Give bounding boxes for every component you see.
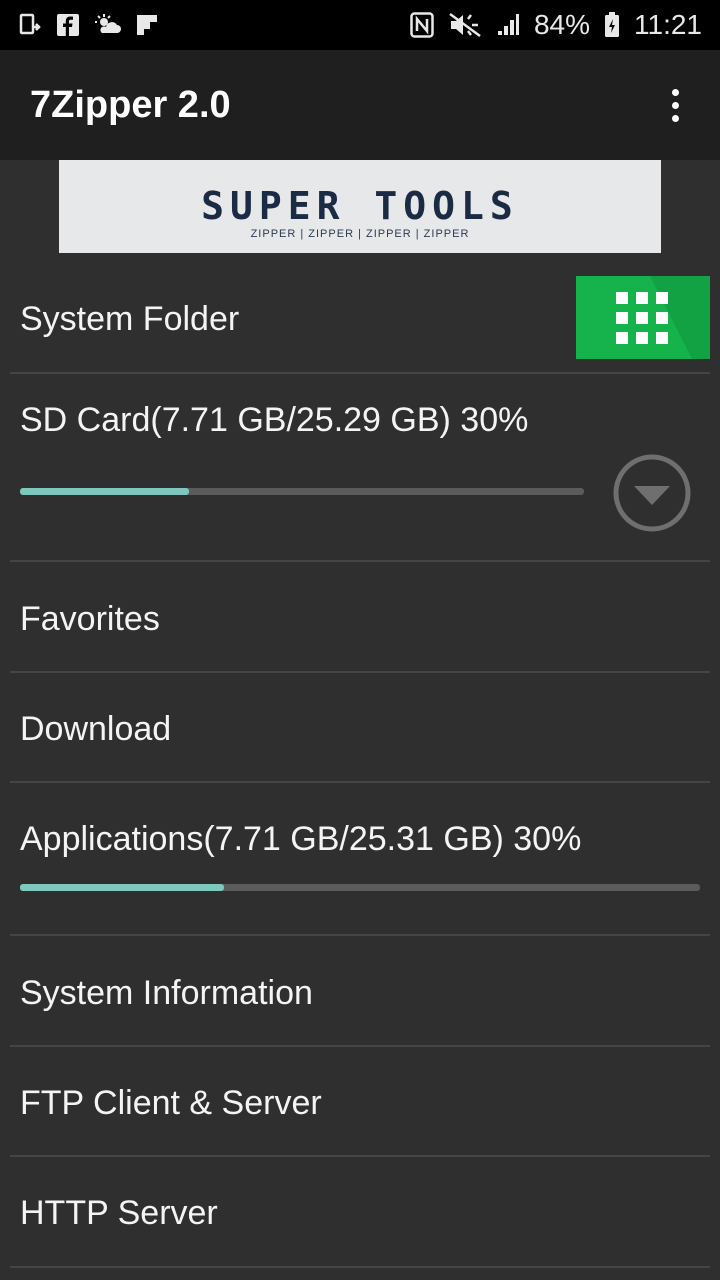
grid-view-button[interactable] — [576, 276, 710, 359]
applications-progress-fill — [20, 884, 224, 891]
more-vert-icon[interactable] — [660, 80, 690, 130]
banner-title: SUPER TOOLS — [201, 184, 519, 228]
list-item-http[interactable]: HTTP Server — [10, 1157, 710, 1268]
list-item-system-information[interactable]: System Information — [10, 936, 710, 1047]
status-bar-left — [18, 13, 158, 37]
list-item-ftp[interactable]: FTP Client & Server — [10, 1047, 710, 1157]
download-label: Download — [20, 710, 172, 748]
clock: 11:21 — [634, 9, 702, 40]
applications-label: Applications(7.71 GB/25.31 GB) 30% — [20, 820, 582, 858]
list-item-applications[interactable]: Applications(7.71 GB/25.31 GB) 30% — [10, 783, 710, 936]
sd-card-label: SD Card(7.71 GB/25.29 GB) 30% — [20, 401, 529, 439]
weather-icon — [94, 13, 122, 37]
status-bar-right: 84% 11:21 — [410, 9, 702, 41]
http-label: HTTP Server — [20, 1194, 218, 1232]
sd-card-progress-fill — [20, 488, 190, 495]
app-title: 7Zipper 2.0 — [30, 83, 231, 126]
battery-charging-icon — [604, 12, 620, 38]
system-information-label: System Information — [20, 974, 313, 1012]
list-item-download[interactable]: Download — [10, 673, 710, 783]
applications-progress — [20, 884, 700, 891]
screen-mirror-icon — [18, 13, 42, 37]
ftp-label: FTP Client & Server — [20, 1084, 322, 1122]
battery-percent: 84% — [533, 9, 590, 40]
list-item-favorites[interactable]: Favorites — [10, 562, 710, 673]
system-folder-label: System Folder — [20, 300, 240, 338]
facebook-icon — [56, 13, 80, 37]
favorites-label: Favorites — [20, 600, 160, 638]
status-bar: 84% 11:21 — [0, 0, 720, 50]
grid-icon — [616, 292, 668, 344]
flipboard-icon — [136, 14, 158, 36]
mute-icon — [448, 12, 482, 38]
banner-ad[interactable]: SUPER TOOLS ZIPPER | ZIPPER | ZIPPER | Z… — [59, 160, 661, 253]
signal-icon — [496, 13, 520, 37]
banner-subtitle: ZIPPER | ZIPPER | ZIPPER | ZIPPER — [250, 228, 470, 240]
app-bar: 7Zipper 2.0 — [0, 50, 720, 160]
sd-card-progress — [20, 488, 584, 495]
chevron-down-icon[interactable] — [612, 453, 692, 533]
list-item-sd-card[interactable]: SD Card(7.71 GB/25.29 GB) 30% — [10, 374, 710, 562]
nfc-icon — [410, 12, 434, 38]
